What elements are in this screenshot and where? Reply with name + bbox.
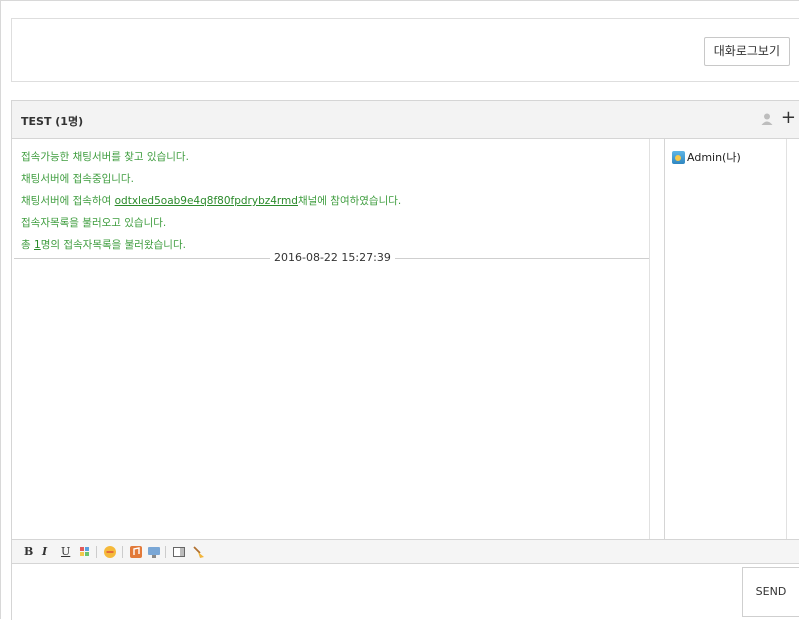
- toolbar-divider: [165, 546, 166, 558]
- color-icon[interactable]: [79, 546, 91, 558]
- system-message: 총 1명의 접속자목록을 불러왔습니다.: [21, 239, 186, 251]
- channel-link[interactable]: odtxled5oab9e4q8f80fpdrybz4rmd: [115, 195, 298, 207]
- toolbar-divider: [122, 546, 123, 558]
- format-toolbar: B I U: [12, 539, 799, 564]
- plus-icon[interactable]: +: [781, 107, 796, 129]
- system-message: 채팅서버에 접속하여 odtxled5oab9e4q8f80fpdrybz4rm…: [21, 195, 402, 207]
- user-list-item[interactable]: Admin(나): [672, 149, 741, 165]
- toolbar-divider: [96, 546, 97, 558]
- chat-panel: TEST (1명) + 접속가능한 채팅서버를 찾고 있습니다. 채팅서버에 접…: [11, 100, 799, 621]
- underline-button[interactable]: U: [61, 545, 70, 559]
- message-input[interactable]: SEND: [12, 564, 799, 621]
- italic-button[interactable]: I: [42, 545, 47, 559]
- user-count-link[interactable]: 1: [34, 239, 41, 251]
- system-message: 접속가능한 채팅서버를 찾고 있습니다.: [21, 151, 189, 163]
- broom-icon[interactable]: [192, 545, 206, 559]
- box-icon[interactable]: [172, 545, 186, 559]
- chat-window: 대화로그보기 TEST (1명) + 접속가능한 채팅서버를 찾고 있습니다. …: [0, 0, 799, 621]
- view-chat-log-button[interactable]: 대화로그보기: [703, 37, 790, 66]
- message-list: 접속가능한 채팅서버를 찾고 있습니다. 채팅서버에 접속중입니다. 채팅서버에…: [12, 139, 649, 539]
- top-bar: 대화로그보기: [11, 18, 799, 82]
- bold-button[interactable]: B: [24, 545, 33, 559]
- system-message: 채팅서버에 접속중입니다.: [21, 173, 134, 185]
- monitor-icon[interactable]: [147, 545, 161, 559]
- date-separator: 2016-08-22 15:27:39: [270, 251, 395, 264]
- user-list: Admin(나): [665, 139, 787, 539]
- system-message: 접속자목록을 불러오고 있습니다.: [21, 217, 167, 229]
- chat-header: TEST (1명) +: [12, 101, 799, 139]
- emoticon-icon[interactable]: [103, 545, 117, 559]
- user-icon[interactable]: [760, 112, 774, 126]
- send-button[interactable]: SEND: [742, 567, 799, 617]
- user-name: Admin(나): [687, 151, 741, 164]
- admin-icon: [672, 150, 685, 164]
- scrollbar[interactable]: [649, 139, 665, 539]
- room-title: TEST (1명): [21, 115, 84, 128]
- music-icon[interactable]: [129, 545, 143, 559]
